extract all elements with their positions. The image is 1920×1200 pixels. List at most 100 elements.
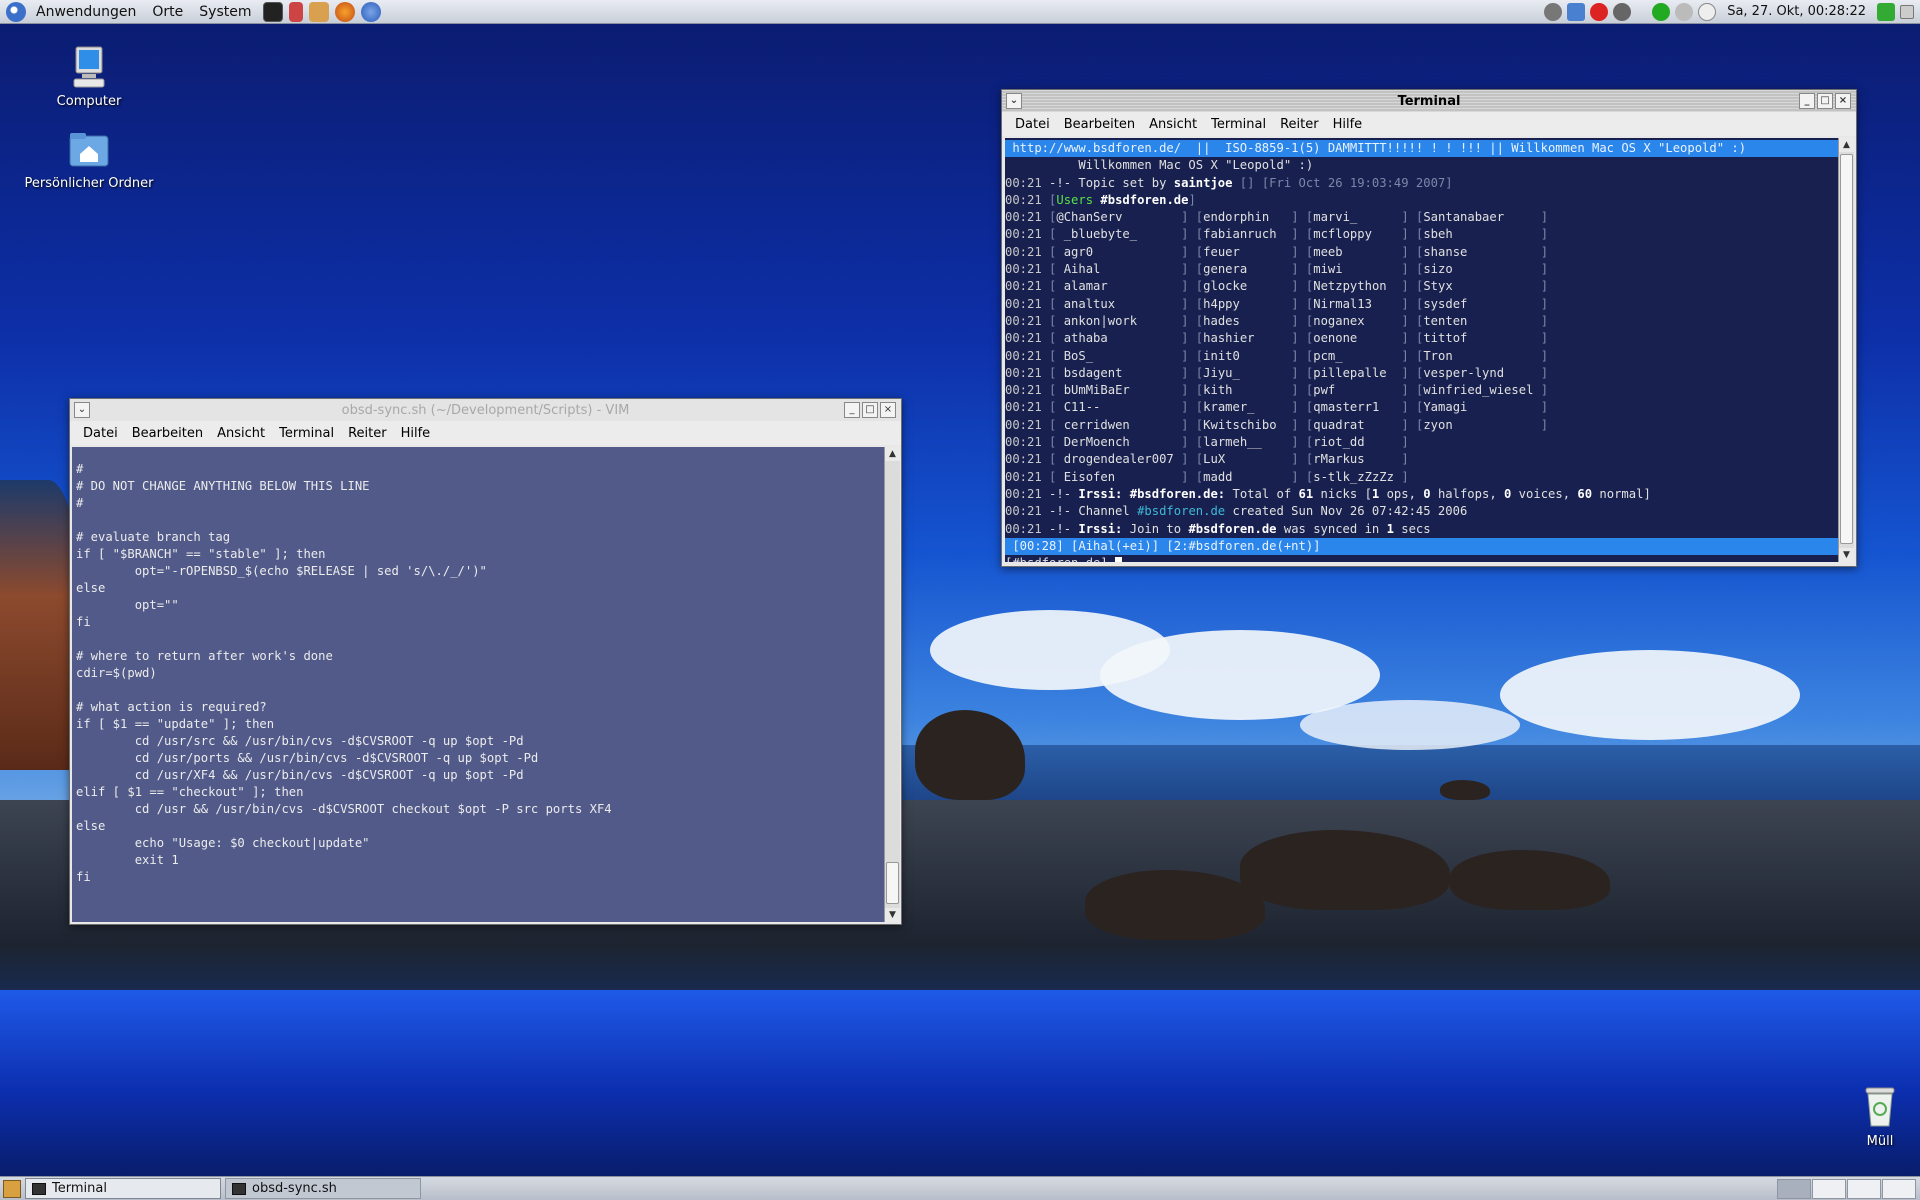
- nick: BoS_: [1056, 348, 1182, 363]
- vim-titlebar[interactable]: ⌄ obsd-sync.sh (~/Development/Scripts) -…: [70, 399, 901, 421]
- text-segment: [: [1408, 227, 1424, 242]
- text-segment: [: [1408, 210, 1424, 225]
- code-line: else: [76, 819, 106, 833]
- minimize-button[interactable]: _: [1799, 93, 1815, 109]
- clock[interactable]: Sa, 27. Okt, 00:28:22: [1727, 4, 1866, 19]
- thunderbird-launcher-icon[interactable]: [360, 1, 381, 22]
- settings-icon[interactable]: [1544, 2, 1563, 21]
- taskbar-item-terminal[interactable]: Terminal: [25, 1178, 221, 1199]
- desktop-icon-label: Persönlicher Ordner: [24, 176, 154, 191]
- irssi-terminal-area[interactable]: http://www.bsdforen.de/ || ISO-8859-1(5)…: [1005, 138, 1838, 562]
- menu-reiter[interactable]: Reiter: [341, 426, 394, 441]
- nick: mcfloppy: [1313, 227, 1402, 242]
- menu-bearbeiten[interactable]: Bearbeiten: [1057, 117, 1142, 132]
- text-segment: 00:21: [1005, 262, 1042, 277]
- power-icon[interactable]: [1590, 2, 1609, 21]
- text-segment: ]: [1401, 435, 1409, 450]
- globe-icon[interactable]: [1675, 2, 1694, 21]
- text-segment: [: [1041, 279, 1057, 294]
- menu-reiter[interactable]: Reiter: [1273, 117, 1326, 132]
- text-editor-launcher-icon[interactable]: [288, 1, 303, 22]
- text-segment: 00:21: [1005, 313, 1042, 328]
- menu-places[interactable]: Orte: [144, 0, 191, 24]
- menu-system[interactable]: System: [191, 0, 259, 24]
- text-segment: [: [1041, 262, 1057, 277]
- nick: Netzpython: [1313, 279, 1402, 294]
- check-icon[interactable]: [1652, 2, 1671, 21]
- text-segment: [: [1408, 348, 1424, 363]
- workspace-switcher[interactable]: [1777, 1178, 1916, 1199]
- show-desktop-icon[interactable]: [1900, 4, 1914, 19]
- text-segment: 00:21: [1005, 435, 1042, 450]
- text-segment: [: [1408, 383, 1424, 398]
- firefox-launcher-icon[interactable]: [334, 1, 355, 22]
- text-segment: ]: [1291, 400, 1299, 415]
- nick: endorphin: [1203, 210, 1292, 225]
- menu-ansicht[interactable]: Ansicht: [1142, 117, 1204, 132]
- terminal-titlebar[interactable]: ⌄ Terminal _ □ ×: [1002, 90, 1856, 112]
- terminal-launcher-icon[interactable]: [262, 1, 283, 22]
- scroll-up-arrow-icon[interactable]: ▲: [1839, 138, 1854, 152]
- scroll-down-arrow-icon[interactable]: ▼: [1839, 548, 1854, 562]
- text-segment: Users: [1056, 192, 1094, 207]
- desktop-icon-label: Müll: [1866, 1134, 1894, 1149]
- vim-editor-area[interactable]: # # DO NOT CHANGE ANYTHING BELOW THIS LIN…: [72, 447, 884, 922]
- window-menu-button[interactable]: ⌄: [74, 402, 90, 418]
- nick: sysdef: [1423, 296, 1541, 311]
- nick: sizo: [1423, 262, 1541, 277]
- close-button[interactable]: ×: [880, 402, 896, 418]
- workspace-3[interactable]: [1847, 1178, 1881, 1199]
- irssi-input-line[interactable]: [#bsdforen.de]: [1005, 555, 1838, 562]
- menu-terminal[interactable]: Terminal: [1204, 117, 1273, 132]
- terminal-window[interactable]: ⌄ Terminal _ □ × Datei Bearbeiten Ansich…: [1001, 89, 1857, 567]
- minimize-button[interactable]: _: [844, 402, 860, 418]
- terminal-scrollbar[interactable]: ▲ ▼: [1838, 138, 1854, 562]
- menu-applications[interactable]: Anwendungen: [28, 0, 144, 24]
- close-button[interactable]: ×: [1835, 93, 1851, 109]
- workspace-4[interactable]: [1882, 1178, 1916, 1199]
- text-segment: ]: [1540, 331, 1549, 346]
- nick: riot_dd: [1313, 435, 1402, 450]
- text-segment: 60: [1577, 486, 1593, 501]
- scrollbar-thumb[interactable]: [886, 862, 899, 904]
- irc-line: 00:21 [Users #bsdforen.de]: [1005, 192, 1838, 209]
- text-segment: Join to: [1122, 521, 1189, 536]
- desktop-icon-computer[interactable]: Computer: [9, 44, 169, 109]
- desktop-icon-trash[interactable]: Müll: [1800, 1084, 1920, 1149]
- menu-bearbeiten[interactable]: Bearbeiten: [125, 426, 210, 441]
- user-status-icon[interactable]: [1877, 2, 1895, 21]
- shutdown-icon[interactable]: [1613, 2, 1632, 21]
- nick: noganex: [1313, 313, 1402, 328]
- scroll-up-arrow-icon[interactable]: ▲: [885, 447, 900, 461]
- vim-window[interactable]: ⌄ obsd-sync.sh (~/Development/Scripts) -…: [69, 398, 902, 925]
- window-menu-button[interactable]: ⌄: [1006, 93, 1022, 109]
- vim-scrollbar[interactable]: ▲ ▼: [884, 447, 900, 922]
- text-segment: [] [Fri Oct 26 19:03:49 2007]: [1232, 175, 1453, 190]
- scroll-down-arrow-icon[interactable]: ▼: [885, 908, 900, 922]
- menu-datei[interactable]: Datei: [1008, 117, 1057, 132]
- workspace-2[interactable]: [1812, 1178, 1846, 1199]
- network-icon[interactable]: [1567, 2, 1586, 21]
- gnome-foot-icon[interactable]: [6, 1, 26, 22]
- text-segment: 00:21: [1005, 296, 1042, 311]
- speech-icon[interactable]: [1698, 2, 1717, 21]
- taskbar-item-vim[interactable]: obsd-sync.sh: [225, 1178, 421, 1199]
- text-segment: [: [1188, 227, 1204, 242]
- maximize-button[interactable]: □: [862, 402, 878, 418]
- desktop-icon-home-folder[interactable]: Persönlicher Ordner: [9, 126, 169, 191]
- irc-line: 00:21 -!- Channel #bsdforen.de created S…: [1005, 503, 1838, 520]
- scrollbar-thumb[interactable]: [1840, 154, 1853, 544]
- menu-terminal[interactable]: Terminal: [272, 426, 341, 441]
- text-segment: ]: [1291, 365, 1299, 380]
- mail-launcher-icon[interactable]: [308, 1, 329, 22]
- text-segment: ]: [1291, 435, 1299, 450]
- maximize-button[interactable]: □: [1817, 93, 1833, 109]
- workspace-1[interactable]: [1777, 1178, 1811, 1199]
- menu-hilfe[interactable]: Hilfe: [1326, 117, 1370, 132]
- show-desktop-button[interactable]: [3, 1179, 21, 1198]
- menu-ansicht[interactable]: Ansicht: [210, 426, 272, 441]
- menu-hilfe[interactable]: Hilfe: [394, 426, 438, 441]
- menu-datei[interactable]: Datei: [76, 426, 125, 441]
- nick: Eisofen: [1056, 469, 1182, 484]
- text-segment: 00:21: [1005, 192, 1042, 207]
